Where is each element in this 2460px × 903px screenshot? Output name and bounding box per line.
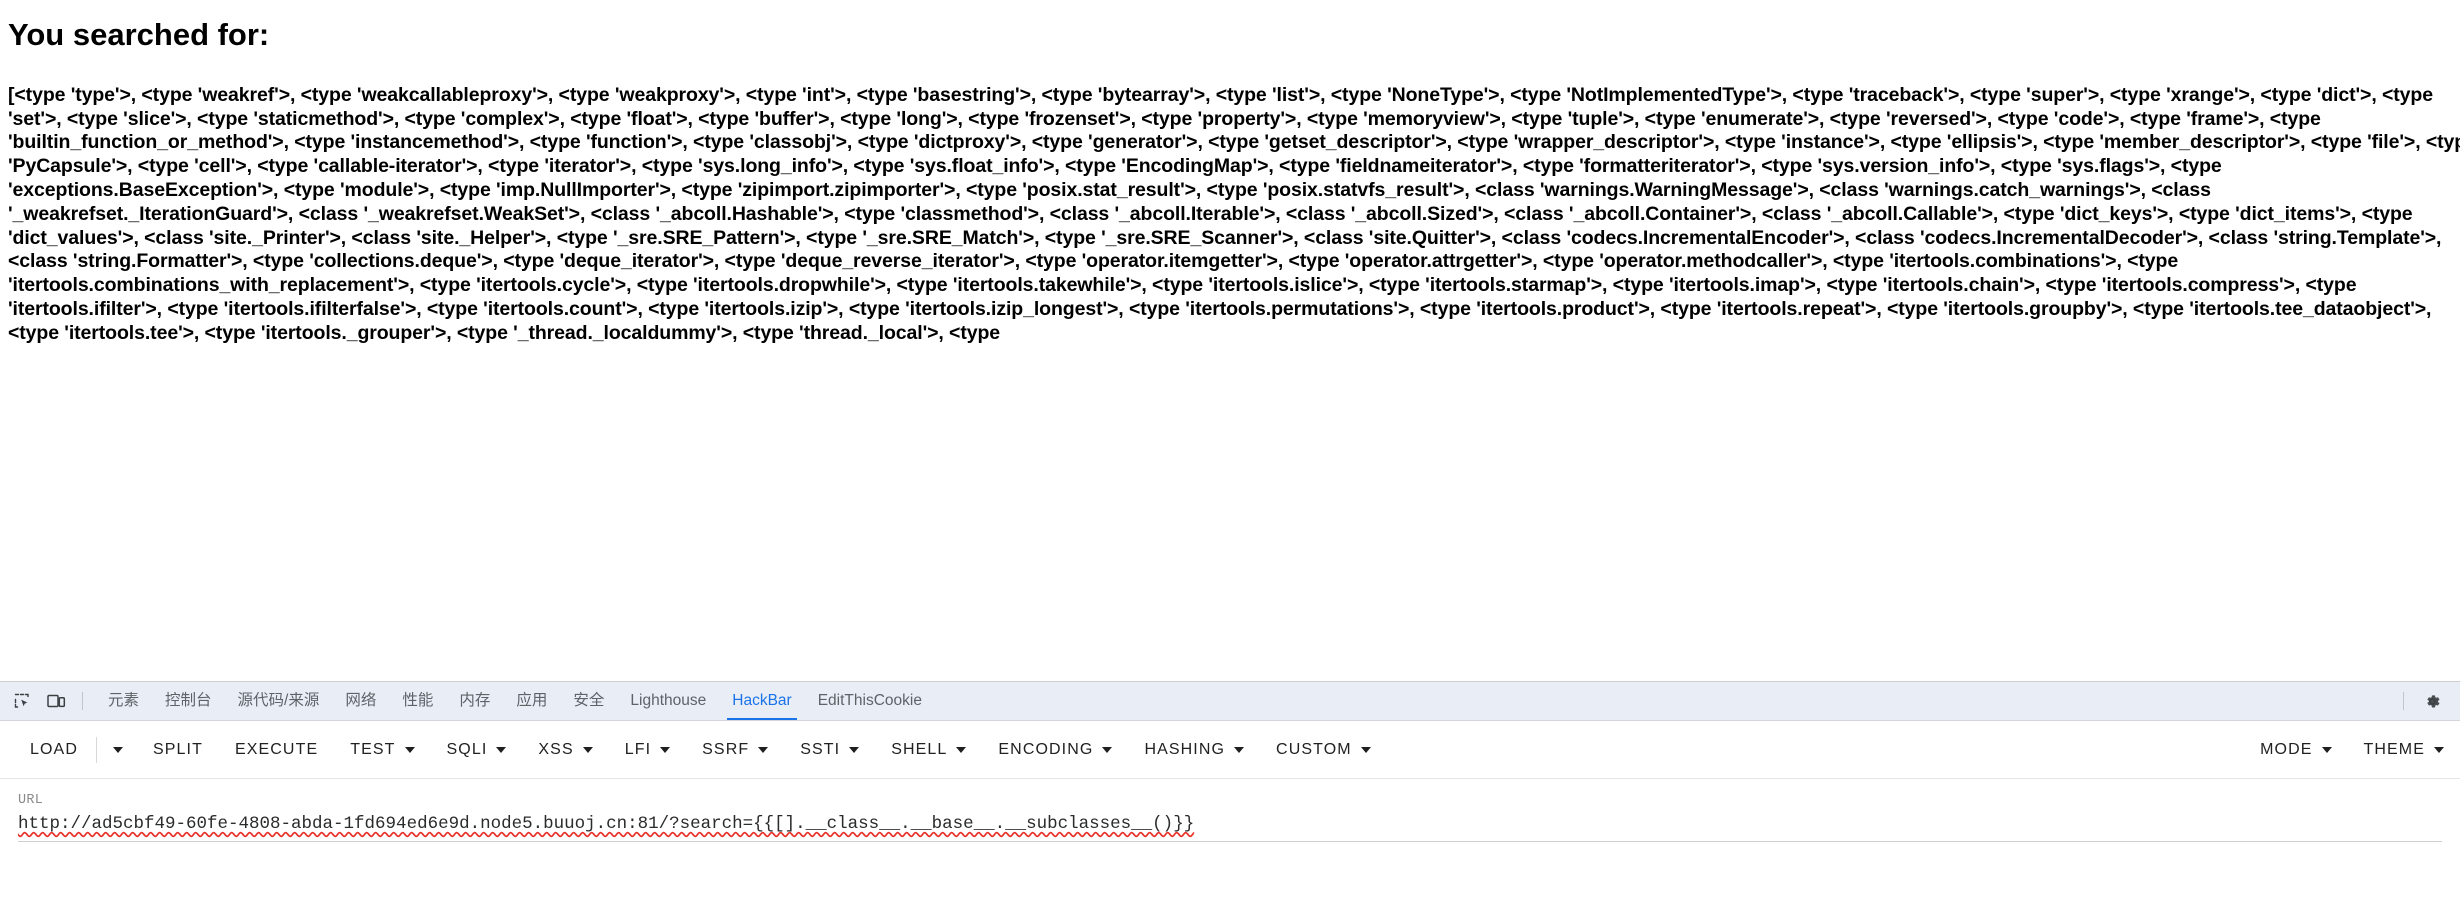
chevron-down-icon <box>112 746 123 753</box>
sqli-button[interactable]: SQLI <box>431 730 523 770</box>
chevron-down-icon <box>496 746 507 753</box>
encoding-button-label: ENCODING <box>998 740 1094 758</box>
xss-button[interactable]: XSS <box>522 730 608 770</box>
shell-button[interactable]: SHELL <box>875 730 982 770</box>
tab-application[interactable]: 应用 <box>503 682 560 720</box>
custom-button[interactable]: CUSTOM <box>1260 730 1387 770</box>
split-button[interactable]: SPLIT <box>137 730 219 770</box>
chevron-down-icon <box>1360 746 1371 753</box>
hackbar-toolbar-right: MODE THEME <box>2244 730 2460 770</box>
url-input-wrapper[interactable]: http://ad5cbf49-60fe-4808-abda-1fd694ed6… <box>18 814 2442 842</box>
hashing-button[interactable]: HASHING <box>1128 730 1260 770</box>
url-field-label: URL <box>18 793 44 808</box>
chevron-down-icon <box>660 746 671 753</box>
custom-button-label: CUSTOM <box>1276 740 1352 758</box>
tab-hackbar[interactable]: HackBar <box>719 682 804 720</box>
devtools-panel: 元素 控制台 源代码/来源 网络 性能 内存 应用 安全 Lighthouse … <box>0 681 2460 903</box>
subclasses-output-text: [<type 'type'>, <type 'weakref'>, <type … <box>8 83 2460 344</box>
devtools-tabbar-right <box>2395 687 2460 715</box>
tab-lighthouse[interactable]: Lighthouse <box>617 682 719 720</box>
tab-performance[interactable]: 性能 <box>389 682 446 720</box>
ssrf-button[interactable]: SSRF <box>686 730 784 770</box>
chevron-down-icon <box>849 746 860 753</box>
browser-page-content: You searched for: [<type 'type'>, <type … <box>0 0 2460 681</box>
chevron-down-icon <box>956 746 967 753</box>
mode-button[interactable]: MODE <box>2244 730 2347 770</box>
tab-console[interactable]: 控制台 <box>152 682 225 720</box>
mode-button-label: MODE <box>2260 740 2313 758</box>
execute-button-label: EXECUTE <box>234 740 319 758</box>
hashing-button-label: HASHING <box>1144 740 1226 758</box>
tab-editthiscookie[interactable]: EditThisCookie <box>805 682 935 720</box>
hackbar-toolbar: LOAD SPLIT EXECUTE TEST SQLI XSS LFI SSR… <box>0 721 2460 779</box>
ssrf-button-label: SSRF <box>702 740 750 758</box>
execute-button[interactable]: EXECUTE <box>219 730 334 770</box>
chevron-down-icon <box>2434 746 2444 753</box>
encoding-button[interactable]: ENCODING <box>982 730 1128 770</box>
tab-network[interactable]: 网络 <box>332 682 389 720</box>
load-button[interactable]: LOAD <box>14 730 94 770</box>
test-button-label: TEST <box>350 740 396 758</box>
chevron-down-icon <box>1234 746 1245 753</box>
inspect-element-icon[interactable] <box>6 687 38 715</box>
devtools-tabbar: 元素 控制台 源代码/来源 网络 性能 内存 应用 安全 Lighthouse … <box>0 682 2460 721</box>
device-toolbar-icon[interactable] <box>40 687 72 715</box>
chevron-down-icon <box>582 746 593 753</box>
load-dropdown-button[interactable] <box>99 730 137 770</box>
lfi-button[interactable]: LFI <box>609 730 686 770</box>
page-title: You searched for: <box>8 17 270 52</box>
gear-icon[interactable] <box>2416 687 2448 715</box>
load-divider <box>95 736 97 763</box>
sqli-button-label: SQLI <box>446 740 488 758</box>
chevron-down-icon <box>1102 746 1113 753</box>
tab-elements[interactable]: 元素 <box>95 682 152 720</box>
ssti-button-label: SSTI <box>800 740 841 758</box>
shell-button-label: SHELL <box>891 740 948 758</box>
split-button-label: SPLIT <box>152 740 203 758</box>
theme-button[interactable]: THEME <box>2348 730 2460 770</box>
tab-memory[interactable]: 内存 <box>446 682 503 720</box>
url-input[interactable]: http://ad5cbf49-60fe-4808-abda-1fd694ed6… <box>18 814 2442 834</box>
toolbar-divider <box>82 692 83 710</box>
xss-button-label: XSS <box>538 740 574 758</box>
tab-security[interactable]: 安全 <box>560 682 617 720</box>
chevron-down-icon <box>404 746 415 753</box>
theme-button-label: THEME <box>2363 740 2425 758</box>
ssti-button[interactable]: SSTI <box>784 730 875 770</box>
lfi-button-label: LFI <box>624 740 652 758</box>
hackbar-url-area: URL http://ad5cbf49-60fe-4808-abda-1fd69… <box>0 779 2460 842</box>
tab-sources[interactable]: 源代码/来源 <box>225 682 333 720</box>
toolbar-divider-right <box>2403 692 2404 710</box>
test-button[interactable]: TEST <box>334 730 430 770</box>
chevron-down-icon <box>2321 746 2332 753</box>
load-button-label: LOAD <box>30 740 78 758</box>
chevron-down-icon <box>758 746 769 753</box>
